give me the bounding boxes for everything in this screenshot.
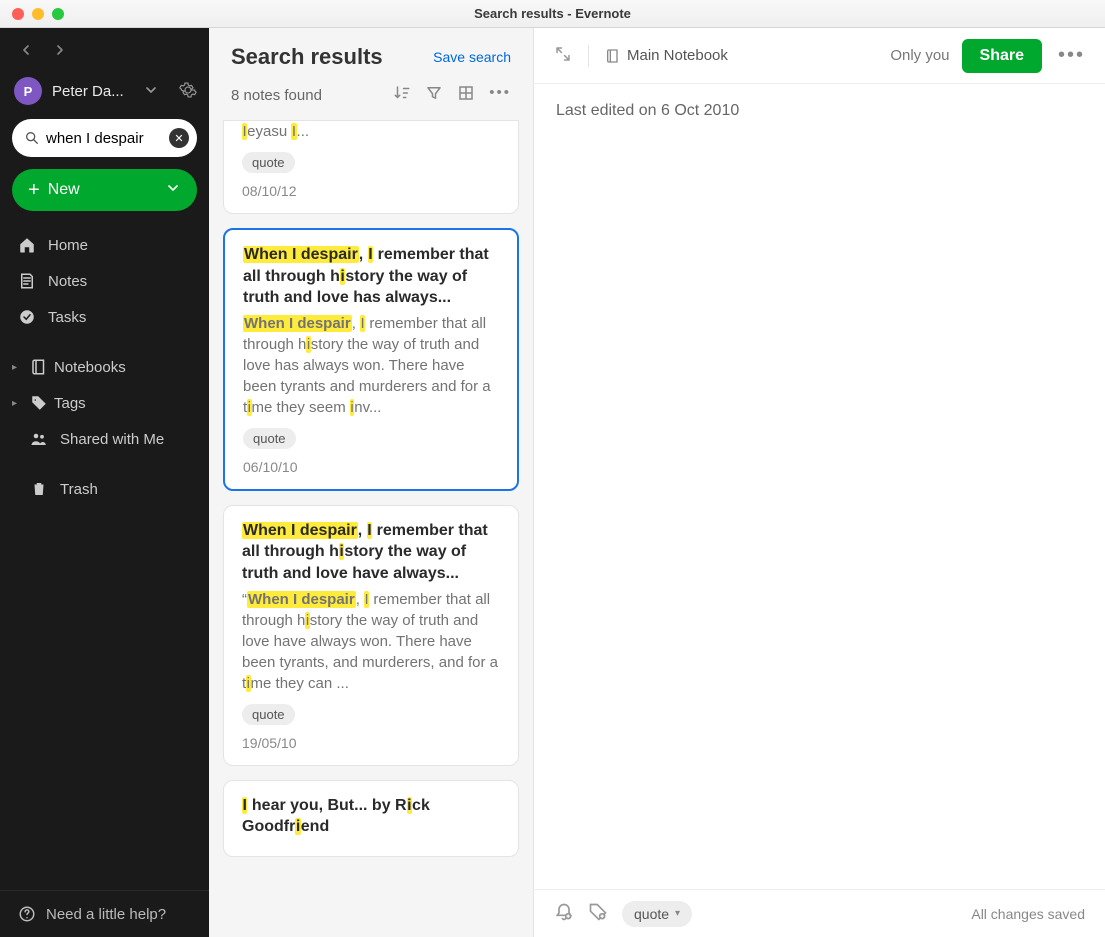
results-count: 8 notes found xyxy=(231,87,393,104)
results-list: Ieyasu I... quote 08/10/12 When I despair, … xyxy=(209,120,533,937)
avatar: P xyxy=(14,77,42,105)
chevron-down-icon xyxy=(143,82,159,101)
username-label: Peter Da... xyxy=(52,83,133,100)
notebook-icon xyxy=(30,358,48,376)
window-titlebar: Search results - Evernote xyxy=(0,0,1105,28)
notebook-icon xyxy=(605,48,621,64)
notes-icon xyxy=(18,272,36,290)
nav-label: Home xyxy=(48,237,88,254)
nav-back-button[interactable] xyxy=(18,42,34,61)
result-date: 08/10/12 xyxy=(242,183,500,199)
result-tag: quote xyxy=(243,428,296,449)
note-content-area[interactable] xyxy=(534,138,1105,889)
nav-label: Trash xyxy=(60,481,98,498)
chevron-down-icon: ▾ xyxy=(675,908,680,919)
caret-right-icon: ▸ xyxy=(12,398,24,409)
result-snippet: Ieyasu I... xyxy=(242,121,500,142)
nav-label: Tasks xyxy=(48,309,86,326)
nav-notebooks[interactable]: ▸ Notebooks xyxy=(0,349,209,385)
expand-button[interactable] xyxy=(554,45,572,66)
add-reminder-button[interactable] xyxy=(554,902,574,925)
nav-home[interactable]: Home xyxy=(0,227,209,263)
new-button[interactable]: + New xyxy=(12,169,197,211)
result-date: 19/05/10 xyxy=(242,735,500,751)
search-icon xyxy=(24,130,40,146)
tag-label: quote xyxy=(634,906,669,922)
tasks-icon xyxy=(18,308,36,326)
caret-right-icon: ▸ xyxy=(12,362,24,373)
nav-trash[interactable]: Trash xyxy=(0,471,209,507)
result-date: 06/10/10 xyxy=(243,459,499,475)
window-title: Search results - Evernote xyxy=(0,6,1105,21)
result-title: When I despair, I remember that all thro… xyxy=(242,520,500,585)
tag-icon xyxy=(30,394,48,412)
result-tag: quote xyxy=(242,704,295,725)
more-options-button[interactable]: ••• xyxy=(489,84,511,106)
help-label: Need a little help? xyxy=(46,906,166,923)
shared-icon xyxy=(30,430,48,448)
search-input[interactable] xyxy=(40,130,169,147)
result-tag: quote xyxy=(242,152,295,173)
share-status[interactable]: Only you xyxy=(890,47,949,64)
note-more-button[interactable]: ••• xyxy=(1058,44,1085,67)
sidebar: P Peter Da... ✕ + New Home Notes Tasks xyxy=(0,28,209,937)
editor-header: Main Notebook Only you Share ••• xyxy=(534,28,1105,84)
trash-icon xyxy=(30,480,48,498)
nav-forward-button[interactable] xyxy=(52,42,68,61)
chevron-down-icon xyxy=(165,180,181,201)
view-toggle-button[interactable] xyxy=(457,84,475,106)
save-search-link[interactable]: Save search xyxy=(433,49,511,65)
results-title: Search results xyxy=(231,44,383,70)
result-card[interactable]: Ieyasu I... quote 08/10/12 xyxy=(223,120,519,214)
search-input-container[interactable]: ✕ xyxy=(12,119,197,157)
settings-button[interactable] xyxy=(179,81,197,102)
save-status: All changes saved xyxy=(971,906,1085,922)
last-edited-label: Last edited on 6 Oct 2010 xyxy=(534,84,1105,138)
filter-button[interactable] xyxy=(425,84,443,106)
result-card[interactable]: When I despair, I remember that all thro… xyxy=(223,228,519,491)
result-title: I hear you, But... by Rick Goodfriend xyxy=(242,795,500,838)
divider xyxy=(588,45,589,67)
account-row[interactable]: P Peter Da... xyxy=(0,71,209,119)
new-button-label: New xyxy=(48,181,80,199)
nav-tasks[interactable]: Tasks xyxy=(0,299,209,335)
result-card[interactable]: I hear you, But... by Rick Goodfriend xyxy=(223,780,519,857)
add-tag-button[interactable] xyxy=(588,902,608,925)
result-title: When I despair, I remember that all thro… xyxy=(243,244,499,309)
nav-label: Notes xyxy=(48,273,87,290)
notebook-selector[interactable]: Main Notebook xyxy=(605,47,728,64)
home-icon xyxy=(18,236,36,254)
editor-footer: quote ▾ All changes saved xyxy=(534,889,1105,937)
results-panel: Search results Save search 8 notes found… xyxy=(209,28,534,937)
result-card[interactable]: When I despair, I remember that all thro… xyxy=(223,505,519,766)
sort-button[interactable] xyxy=(393,84,411,106)
clear-search-button[interactable]: ✕ xyxy=(169,128,189,148)
plus-icon: + xyxy=(28,179,40,202)
share-button[interactable]: Share xyxy=(962,39,1042,73)
nav-notes[interactable]: Notes xyxy=(0,263,209,299)
nav-tags[interactable]: ▸ Tags xyxy=(0,385,209,421)
help-icon xyxy=(18,905,36,923)
help-button[interactable]: Need a little help? xyxy=(0,890,209,937)
note-editor-panel: Main Notebook Only you Share ••• Last ed… xyxy=(534,28,1105,937)
note-tag-chip[interactable]: quote ▾ xyxy=(622,901,692,927)
nav-label: Notebooks xyxy=(54,359,126,376)
nav-label: Shared with Me xyxy=(60,431,164,448)
result-snippet: When I despair, I remember that all thro… xyxy=(243,313,499,418)
nav-shared[interactable]: Shared with Me xyxy=(0,421,209,457)
nav-label: Tags xyxy=(54,395,86,412)
result-snippet: “When I despair, I remember that all thr… xyxy=(242,589,500,694)
notebook-name: Main Notebook xyxy=(627,47,728,64)
